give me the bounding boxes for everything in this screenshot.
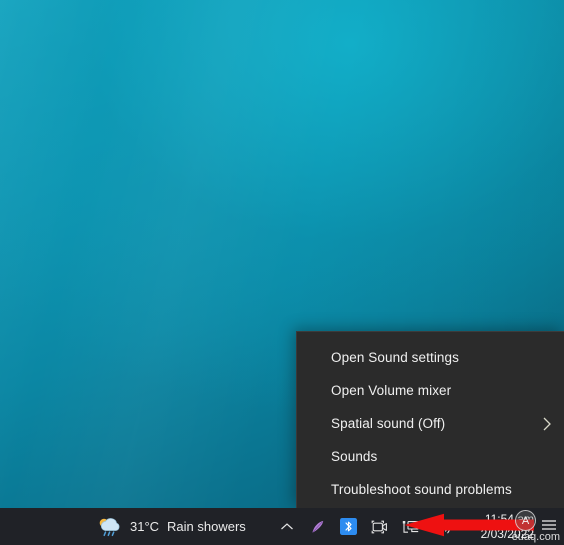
system-tray [278, 518, 451, 536]
weather-temperature: 31°C [130, 519, 160, 534]
taskbar: 31°C Rain showers 11:54 am 2/03/2022 [0, 508, 564, 545]
menu-item-label: Open Sound settings [331, 350, 459, 365]
volume-speaker-icon[interactable] [433, 518, 451, 536]
sun-behind-rain-cloud-icon [96, 516, 122, 538]
desktop-screen: Open Sound settings Open Volume mixer Sp… [0, 0, 564, 545]
menu-item-sounds[interactable]: Sounds [297, 440, 564, 473]
menu-item-label: Troubleshoot sound problems [331, 482, 512, 497]
sound-tray-context-menu[interactable]: Open Sound settings Open Volume mixer Sp… [296, 331, 564, 508]
menu-item-open-volume-mixer[interactable]: Open Volume mixer [297, 374, 564, 407]
menu-item-label: Sounds [331, 449, 378, 464]
menu-item-label: Open Volume mixer [331, 383, 452, 398]
clock-time: 11:54 am [484, 511, 534, 526]
bluetooth-icon[interactable] [340, 518, 358, 536]
camera-icon[interactable] [371, 518, 389, 536]
show-hidden-icons-chevron-icon[interactable] [278, 518, 296, 536]
pen-feather-icon[interactable] [309, 518, 327, 536]
menu-item-troubleshoot-sound-problems[interactable]: Troubleshoot sound problems [297, 473, 564, 506]
chevron-right-icon [542, 416, 552, 432]
taskbar-clock[interactable]: 11:54 am 2/03/2022 [481, 508, 534, 545]
menu-item-spatial-sound[interactable]: Spatial sound (Off) [297, 407, 564, 440]
notifications-icon[interactable] [540, 518, 558, 536]
network-display-icon[interactable] [402, 518, 420, 536]
weather-condition: Rain showers [167, 519, 246, 534]
taskbar-weather-widget[interactable]: 31°C Rain showers [96, 516, 246, 538]
clock-date: 2/03/2022 [480, 526, 534, 541]
menu-item-open-sound-settings[interactable]: Open Sound settings [297, 341, 564, 374]
menu-item-label: Spatial sound (Off) [331, 416, 446, 431]
